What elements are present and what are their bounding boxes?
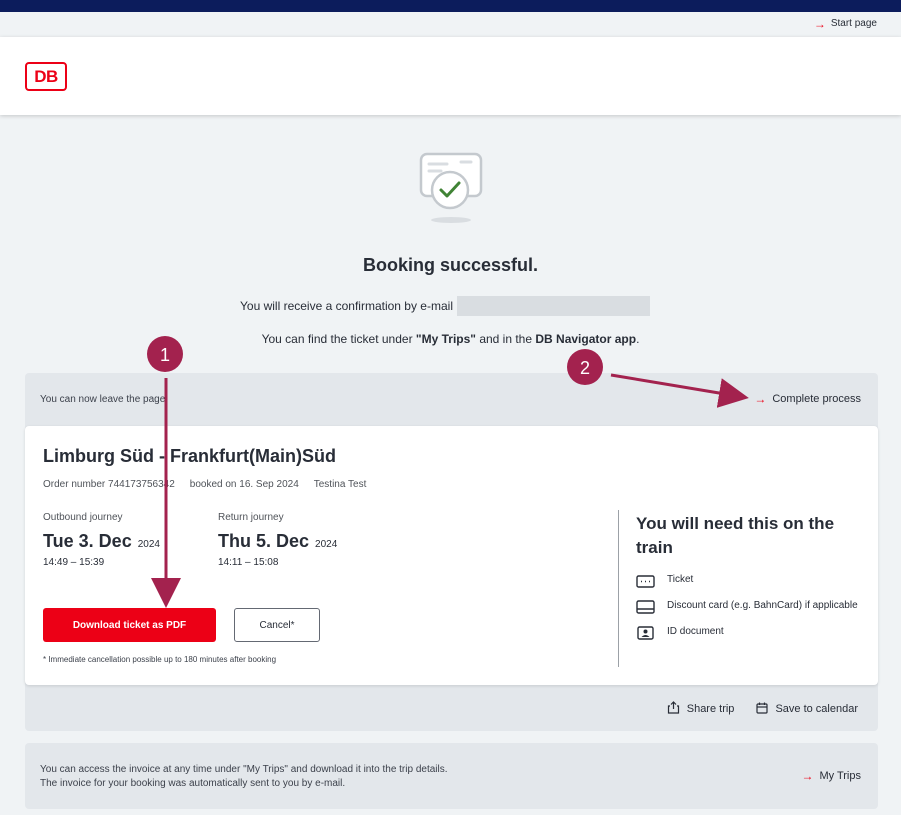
invoice-text: You can access the invoice at any time u… bbox=[40, 763, 448, 791]
route-title: Limburg Süd - Frankfurt(Main)Süd bbox=[43, 446, 336, 466]
booking-meta: Order number 744173756342 booked on 16. … bbox=[43, 479, 366, 490]
annotation-badge-1-label: 1 bbox=[160, 345, 170, 365]
my-trips-link[interactable]: → My Trips bbox=[801, 770, 861, 782]
booked-on: booked on 16. Sep 2024 bbox=[189, 479, 299, 490]
order-number: Order number 744173756342 bbox=[43, 479, 175, 490]
confirmation-label: You will receive a confirmation by e-mai… bbox=[240, 299, 453, 313]
outbound-date: Tue 3. Dec 2024 bbox=[43, 531, 160, 552]
return-date: Thu 5. Dec 2024 bbox=[218, 531, 337, 552]
ticket-icon bbox=[636, 574, 655, 588]
hint-app: DB Navigator app bbox=[535, 332, 637, 346]
redacted-email bbox=[456, 296, 650, 316]
trip-actions: Share trip Save to calendar bbox=[667, 701, 858, 717]
need-list: Ticket Discount card (e.g. BahnCard) if … bbox=[636, 574, 866, 652]
arrow-right-icon: → bbox=[801, 769, 814, 783]
share-trip-button[interactable]: Share trip bbox=[667, 701, 735, 717]
invoice-line-1: You can access the invoice at any time u… bbox=[40, 764, 448, 775]
leave-page-text: You can now leave the page. bbox=[40, 394, 169, 405]
need-title: You will need this on the train bbox=[636, 514, 835, 557]
vertical-divider bbox=[618, 510, 619, 667]
outbound-day: Tue 3. Dec bbox=[43, 531, 132, 551]
arrow-right-icon: → bbox=[813, 16, 826, 31]
share-trip-label: Share trip bbox=[686, 703, 735, 715]
passenger-name: Testina Test bbox=[313, 479, 367, 490]
outbound-journey: Outbound journey Tue 3. Dec 2024 14:49 –… bbox=[43, 512, 160, 568]
outbound-year: 2024 bbox=[137, 539, 160, 550]
page-title: Booking successful. bbox=[362, 255, 539, 275]
hint-middle: and in the bbox=[475, 332, 536, 346]
outbound-label: Outbound journey bbox=[43, 512, 123, 523]
complete-process-link[interactable]: → Complete process bbox=[754, 393, 861, 405]
top-brand-bar bbox=[0, 0, 901, 12]
utility-bar: → Start page bbox=[0, 12, 901, 37]
calendar-icon bbox=[756, 702, 769, 717]
download-pdf-button[interactable]: Download ticket as PDF bbox=[43, 608, 216, 642]
booking-card: Limburg Süd - Frankfurt(Main)Süd Order n… bbox=[25, 426, 878, 685]
start-page-link[interactable]: → Start page bbox=[813, 16, 877, 31]
invoice-panel: You can access the invoice at any time u… bbox=[25, 743, 878, 809]
ticket-check-icon bbox=[419, 152, 483, 223]
booking-panel: You can now leave the page. → Complete p… bbox=[25, 373, 878, 731]
arrow-right-icon: → bbox=[754, 392, 767, 406]
hint-mytrips: "My Trips" bbox=[415, 332, 476, 346]
id-card-icon bbox=[636, 626, 655, 640]
db-logo[interactable]: DB bbox=[25, 62, 67, 91]
start-page-label: Start page bbox=[830, 18, 877, 29]
share-icon bbox=[667, 701, 680, 717]
need-item-ticket: Ticket bbox=[636, 574, 866, 588]
hint-suffix: . bbox=[636, 332, 640, 346]
return-year: 2024 bbox=[315, 539, 338, 550]
return-journey: Return journey Thu 5. Dec 2024 14:11 – 1… bbox=[218, 512, 337, 568]
invoice-line-2: The invoice for your booking was automat… bbox=[40, 778, 346, 789]
save-calendar-button[interactable]: Save to calendar bbox=[756, 701, 858, 717]
my-trips-label: My Trips bbox=[819, 770, 861, 782]
ticket-hint: You can find the ticket under "My Trips"… bbox=[0, 332, 901, 346]
confirmation-text: You will receive a confirmation by e-mai… bbox=[240, 296, 650, 316]
need-item-discount-card: Discount card (e.g. BahnCard) if applica… bbox=[636, 600, 866, 614]
cancellation-footnote: * Immediate cancellation possible up to … bbox=[43, 655, 277, 664]
need-item-label: Discount card (e.g. BahnCard) if applica… bbox=[667, 600, 858, 611]
save-calendar-label: Save to calendar bbox=[775, 703, 858, 715]
card-icon bbox=[636, 600, 655, 614]
cancel-button[interactable]: Cancel* bbox=[234, 608, 320, 642]
return-day: Thu 5. Dec bbox=[218, 531, 310, 551]
return-label: Return journey bbox=[218, 512, 284, 523]
complete-process-label: Complete process bbox=[772, 393, 861, 405]
need-item-label: Ticket bbox=[667, 574, 694, 585]
outbound-time: 14:49 – 15:39 bbox=[43, 557, 105, 568]
need-item-label: ID document bbox=[667, 626, 724, 637]
need-item-id: ID document bbox=[636, 626, 866, 640]
return-time: 14:11 – 15:08 bbox=[218, 557, 279, 568]
header: DB bbox=[0, 37, 901, 115]
hint-prefix: You can find the ticket under bbox=[261, 332, 416, 346]
